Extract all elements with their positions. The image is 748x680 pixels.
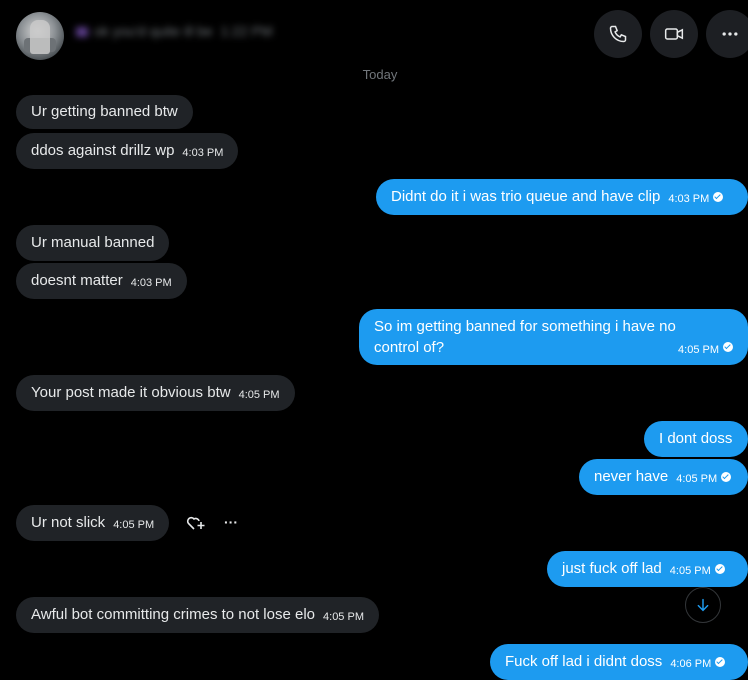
flag-icon	[76, 27, 88, 38]
message-incoming[interactable]: doesnt matter 4:03 PM	[16, 263, 187, 299]
read-check-icon	[721, 472, 732, 482]
read-check-icon	[723, 341, 733, 352]
message-incoming[interactable]: Ur manual banned	[16, 225, 170, 261]
conversation-header: ok you'd quite ill be 1:22 PM	[0, 0, 748, 68]
message-outgoing[interactable]: So im getting banned for something i hav…	[359, 309, 748, 365]
phone-icon	[609, 25, 627, 43]
message-outgoing[interactable]: Fuck off lad i didnt doss 4:06 PM	[490, 644, 748, 680]
message-line: control of? 4:05 PM	[374, 337, 733, 358]
message-incoming[interactable]: Ur not slick 4:05 PM	[16, 505, 170, 541]
contact-avatar[interactable]	[16, 12, 64, 60]
date-divider: Today	[362, 67, 398, 82]
message-meta: 4:05 PM	[670, 337, 733, 358]
call-button[interactable]	[594, 10, 642, 58]
message-outgoing[interactable]: I dont doss	[644, 421, 748, 457]
more-icon	[722, 32, 738, 36]
arrow-down-icon	[697, 598, 709, 612]
video-call-button[interactable]	[650, 10, 698, 58]
message-incoming[interactable]: ddos against drillz wp 4:03 PM	[16, 133, 239, 169]
message-outgoing[interactable]: Didnt do it i was trio queue and have cl…	[376, 179, 748, 215]
message-incoming[interactable]: Your post made it obvious btw 4:05 PM	[16, 375, 295, 411]
scroll-to-bottom-button[interactable]	[685, 587, 721, 623]
read-check-icon	[713, 192, 724, 202]
read-check-icon	[715, 657, 726, 667]
message-incoming[interactable]: Awful bot committing crimes to not lose …	[16, 597, 379, 633]
video-icon	[664, 28, 684, 40]
message-outgoing[interactable]: never have 4:05 PM	[579, 459, 748, 495]
message-incoming[interactable]: Ur getting banned btw	[16, 95, 193, 129]
contact-name-blurred[interactable]: ok you'd quite ill be 1:22 PM	[76, 21, 296, 41]
message-outgoing[interactable]: just fuck off lad 4:05 PM	[547, 551, 748, 587]
more-options-button[interactable]	[706, 10, 748, 58]
read-check-icon	[714, 564, 725, 574]
message-more-icon[interactable]: ···	[224, 514, 238, 530]
add-reaction-icon[interactable]	[186, 515, 206, 531]
